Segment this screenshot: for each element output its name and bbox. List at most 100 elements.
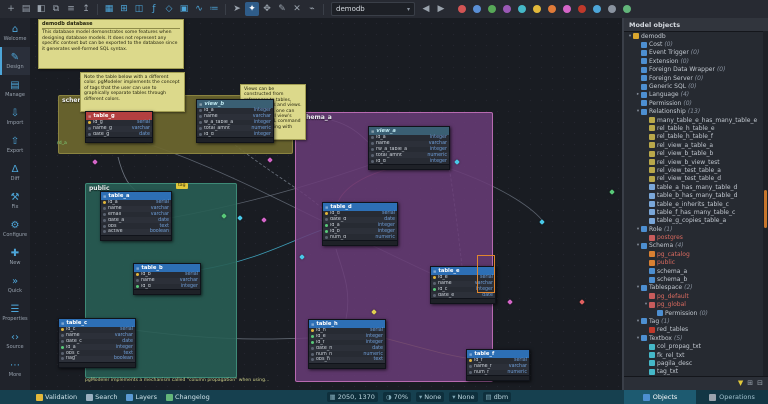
column-row[interactable]: id_d serial bbox=[323, 211, 397, 217]
tree-item-rel-view-a-table-a[interactable]: rel_view_a_table_a bbox=[624, 141, 763, 149]
validation-button[interactable]: Validation bbox=[32, 393, 81, 401]
tree-item-event-trigger[interactable]: Event Trigger (0) bbox=[624, 49, 763, 57]
filter-icon[interactable]: ▼ bbox=[738, 380, 743, 387]
column-row[interactable]: id_g serial bbox=[86, 120, 152, 126]
column-row[interactable]: flag boolean bbox=[59, 355, 135, 362]
table-header[interactable]: ≡ table_h bbox=[309, 320, 385, 328]
select-tool-button[interactable]: ➤ bbox=[230, 2, 244, 16]
tree-item-relationship[interactable]: ▾ Relationship (13) bbox=[624, 108, 763, 116]
column-row[interactable]: num_d numeric bbox=[323, 234, 397, 240]
tree-item-rel-view-test-table-d[interactable]: rel_view_test_table_d bbox=[624, 175, 763, 183]
apply-fixes-button[interactable] bbox=[470, 2, 484, 16]
column-row[interactable]: id_f serial bbox=[467, 358, 529, 364]
tree-item-schema-a[interactable]: schema_a bbox=[624, 267, 763, 275]
column-row[interactable]: obs_h text bbox=[309, 356, 385, 363]
tree-item-public[interactable]: public bbox=[624, 259, 763, 267]
column-row[interactable]: id_h serial bbox=[309, 328, 385, 334]
table-header[interactable]: ≡ view_a bbox=[369, 127, 449, 135]
column-row[interactable]: date_c date bbox=[59, 338, 135, 345]
table-header[interactable]: ≡ table_f bbox=[467, 350, 529, 358]
table-node-view_b[interactable]: ≡ view_b id_a integer name varchar w_a_table_a… bbox=[196, 99, 274, 143]
statusbar-select-1[interactable]: ▾ None bbox=[416, 392, 445, 402]
column-row[interactable]: name_g varchar bbox=[86, 125, 152, 132]
prev-model-button[interactable]: ◀ bbox=[419, 2, 433, 16]
help-button[interactable] bbox=[620, 2, 634, 16]
edit-tool-button[interactable]: ✎ bbox=[275, 2, 289, 16]
tree-item-role[interactable]: ▾ Role (1) bbox=[624, 225, 763, 233]
tab-objects[interactable]: Objects bbox=[624, 390, 697, 404]
tree-item-table-e-inherits-table-c[interactable]: table_e_inherits_table_c bbox=[624, 200, 763, 208]
add-index-button[interactable]: ≔ bbox=[207, 2, 221, 16]
column-row[interactable]: id_a integer bbox=[197, 108, 273, 114]
tree-item-table-f-has-many-table-c[interactable]: table_f_has_many_table_c bbox=[624, 208, 763, 216]
add-sequence-button[interactable]: ∿ bbox=[192, 2, 206, 16]
layers-button[interactable]: Layers bbox=[122, 393, 161, 401]
tree-item-table-g-copies-table-a[interactable]: table_g_copies_table_a bbox=[624, 217, 763, 225]
column-row[interactable]: id_d integer bbox=[369, 158, 449, 164]
table-node-table_b[interactable]: ≡ table_b id_b serial name varchar id_d integer bbox=[133, 263, 201, 296]
validate-model-button[interactable] bbox=[455, 2, 469, 16]
tree-item-demodb[interactable]: ▾ demodb bbox=[624, 32, 763, 40]
open-model-button[interactable]: ▤ bbox=[19, 2, 33, 16]
tree-item-pg-default[interactable]: pg_default bbox=[624, 292, 763, 300]
table-header[interactable]: ≡ table_a bbox=[101, 192, 171, 200]
table-node-table_a[interactable]: ≡ table_a id_a serial name varchar email varcha… bbox=[100, 191, 172, 241]
table-header[interactable]: ≡ table_b bbox=[134, 264, 200, 272]
table-header[interactable]: ≡ view_b bbox=[197, 100, 273, 108]
table-node-table_g[interactable]: ≡ table_g id_g serial name_g varchar date_g dat… bbox=[85, 111, 153, 144]
move-tool-button[interactable]: ✥ bbox=[260, 2, 274, 16]
column-row[interactable]: name varchar bbox=[369, 140, 449, 147]
sidebar-item-configure[interactable]: ⚙ Configure bbox=[0, 215, 30, 243]
tree-item-cost[interactable]: Cost (0) bbox=[624, 40, 763, 48]
tree-item-rel-table-h-table-f[interactable]: rel_table_h_table_f bbox=[624, 133, 763, 141]
add-type-button[interactable]: ▣ bbox=[177, 2, 191, 16]
column-row[interactable]: date_h date bbox=[309, 345, 385, 352]
column-row[interactable]: name varchar bbox=[59, 332, 135, 339]
export-sql-button[interactable] bbox=[485, 2, 499, 16]
tree-scrollbar-thumb[interactable] bbox=[764, 190, 767, 229]
add-view-button[interactable]: ◫ bbox=[132, 2, 146, 16]
tree-item-tag-txt[interactable]: tag_txt bbox=[624, 368, 763, 376]
tag-badge[interactable]: tag bbox=[176, 183, 188, 189]
sidebar-item-welcome[interactable]: ⌂ Welcome bbox=[0, 19, 30, 47]
column-row[interactable]: id_d integer bbox=[134, 283, 200, 290]
add-table-button[interactable]: ⊞ bbox=[117, 2, 131, 16]
tree-item-language[interactable]: ▸ Language (4) bbox=[624, 91, 763, 99]
diagram-canvas[interactable]: schema_b public schema_a demodb database Thi… bbox=[30, 18, 624, 390]
tree-item-textbox[interactable]: ▾ Textbox (5) bbox=[624, 334, 763, 342]
tags-note[interactable]: Note the table below with a different co… bbox=[80, 72, 185, 112]
column-row[interactable]: name varchar bbox=[197, 113, 273, 120]
table-header[interactable]: ≡ table_c bbox=[59, 319, 135, 327]
tree-item-generic-sql[interactable]: Generic SQL (0) bbox=[624, 82, 763, 90]
zoom-indicator[interactable]: ◑ 70% bbox=[382, 392, 412, 402]
column-row[interactable]: name varchar bbox=[101, 205, 171, 212]
table-node-table_c[interactable]: ≡ table_c id_c serial name varchar date_c date i… bbox=[58, 318, 136, 368]
sidebar-item-diff[interactable]: Δ Diff bbox=[0, 159, 30, 187]
column-row[interactable]: email varchar bbox=[101, 211, 171, 218]
plugins-button[interactable] bbox=[605, 2, 619, 16]
column-row[interactable]: w_a_table_a integer bbox=[197, 119, 273, 126]
add-schema-button[interactable]: ▦ bbox=[102, 2, 116, 16]
search-button[interactable]: Search bbox=[82, 393, 121, 401]
tree-item-rel-view-b-table-b[interactable]: rel_view_b_table_b bbox=[624, 149, 763, 157]
model-selector[interactable]: demodb ▾ bbox=[331, 2, 415, 16]
table-header[interactable]: ≡ table_d bbox=[323, 203, 397, 211]
column-row[interactable]: id_a serial bbox=[101, 200, 171, 206]
tree-item-rel-table-h-table-e[interactable]: rel_table_h_table_e bbox=[624, 124, 763, 132]
sidebar-item-fix[interactable]: ⚒ Fix bbox=[0, 187, 30, 215]
tree-item-rel-view-b-view-test[interactable]: rel_view_b_view_test bbox=[624, 158, 763, 166]
column-row[interactable]: id_f integer bbox=[309, 339, 385, 346]
collapse-all-icon[interactable]: ⊟ bbox=[757, 380, 763, 387]
sidebar-item-source[interactable]: ‹› Source bbox=[0, 327, 30, 355]
table-header[interactable]: ≡ table_g bbox=[86, 112, 152, 120]
column-row[interactable]: total_amnt numeric bbox=[197, 125, 273, 132]
column-row[interactable]: date_d date bbox=[323, 216, 397, 223]
changelog-button[interactable]: Changelog bbox=[162, 393, 214, 401]
undo-button[interactable] bbox=[515, 2, 529, 16]
save-model-button[interactable]: ◧ bbox=[34, 2, 48, 16]
column-row[interactable]: id_b serial bbox=[134, 272, 200, 278]
col-propag-textbox[interactable]: pgModeler implements a mechanism called … bbox=[85, 378, 269, 383]
source-view-button[interactable] bbox=[590, 2, 604, 16]
add-domain-button[interactable]: ◇ bbox=[162, 2, 176, 16]
export-image-button[interactable] bbox=[500, 2, 514, 16]
